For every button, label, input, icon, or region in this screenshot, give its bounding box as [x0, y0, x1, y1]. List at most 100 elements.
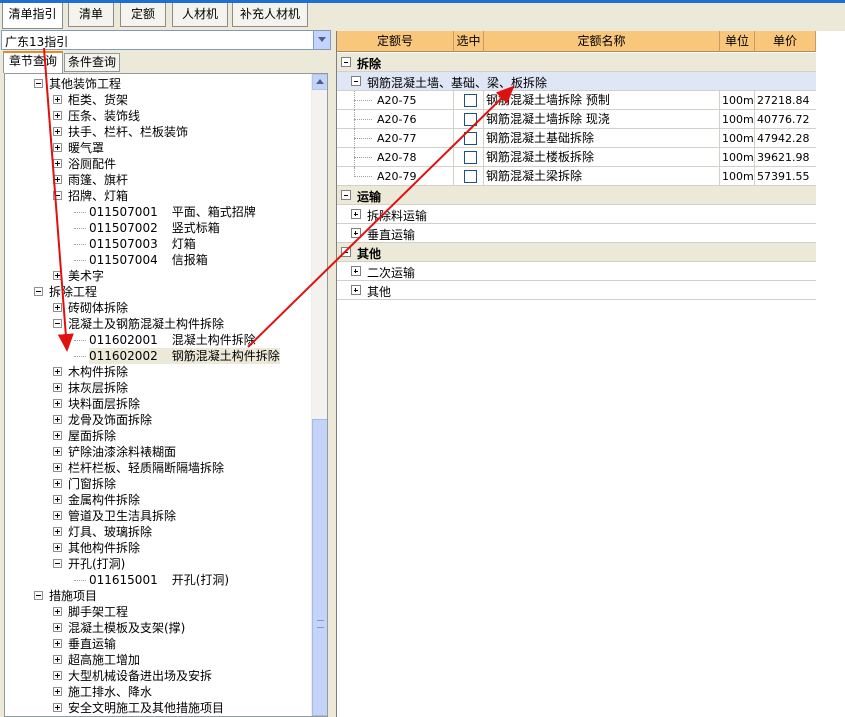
scroll-thumb[interactable]	[312, 419, 327, 716]
tab-materials[interactable]: 人材机	[172, 3, 228, 27]
tree-node-label[interactable]: 暖气罩	[68, 140, 104, 156]
collapse-icon[interactable]	[34, 591, 43, 600]
expand-icon[interactable]	[53, 527, 62, 536]
tree-node[interactable]: 011507003 灯箱	[5, 236, 313, 252]
tree-node-label[interactable]: 大型机械设备进出场及安拆	[68, 668, 212, 684]
expand-icon[interactable]	[53, 367, 62, 376]
expand-icon[interactable]	[53, 143, 62, 152]
row-checkbox[interactable]	[464, 170, 477, 183]
tree-node[interactable]: 金属构件拆除	[5, 492, 313, 508]
tree-node[interactable]: 柜类、货架	[5, 92, 313, 108]
tree-node-label[interactable]: 灯具、玻璃拆除	[68, 524, 152, 540]
tree-node-label[interactable]: 铲除油漆涂料裱糊面	[68, 444, 176, 460]
grid-group[interactable]: 运输	[337, 186, 816, 205]
collapse-icon[interactable]	[351, 76, 361, 86]
table-row[interactable]: A20-77 钢筋混凝土基础拆除100m347942.28	[337, 129, 816, 148]
tree-node-label[interactable]: 其他构件拆除	[68, 540, 140, 556]
header-name[interactable]: 定额名称	[484, 31, 720, 52]
expand-icon[interactable]	[351, 266, 361, 276]
tree-node[interactable]: 雨篷、旗杆	[5, 172, 313, 188]
expand-icon[interactable]	[53, 463, 62, 472]
collapse-icon[interactable]	[341, 247, 351, 257]
tree-node-label[interactable]: 金属构件拆除	[68, 492, 140, 508]
tree-node-label[interactable]: 浴厕配件	[68, 156, 116, 172]
grid-group[interactable]: 其他	[337, 243, 816, 262]
expand-icon[interactable]	[53, 271, 62, 280]
tree-node[interactable]: 011507004 信报箱	[5, 252, 313, 268]
collapse-icon[interactable]	[34, 287, 43, 296]
grid-subgroup[interactable]: 其他	[337, 281, 816, 300]
tab-condition-query[interactable]: 条件查询	[64, 53, 120, 72]
tree-node[interactable]: 其他构件拆除	[5, 540, 313, 556]
table-row[interactable]: A20-76 钢筋混凝土墙拆除 现浇100m340776.72	[337, 110, 816, 129]
tree-node-label[interactable]: 扶手、栏杆、栏板装饰	[68, 124, 188, 140]
tree-node[interactable]: 超高施工增加	[5, 652, 313, 668]
header-price[interactable]: 单价	[755, 31, 816, 52]
tree-node[interactable]: 大型机械设备进出场及安拆	[5, 668, 313, 684]
row-checkbox[interactable]	[464, 132, 477, 145]
tree-node[interactable]: 拆除工程	[5, 284, 313, 300]
tree-node[interactable]: 压条、装饰线	[5, 108, 313, 124]
tree-node-label[interactable]: 柜类、货架	[68, 92, 128, 108]
collapse-icon[interactable]	[341, 190, 351, 200]
tree-node[interactable]: 木构件拆除	[5, 364, 313, 380]
expand-icon[interactable]	[351, 285, 361, 295]
tree-node[interactable]: 011602002 钢筋混凝土构件拆除	[5, 348, 313, 364]
tab-list[interactable]: 清单	[68, 3, 114, 27]
header-select[interactable]: 选中	[454, 31, 484, 52]
tree-node[interactable]: 砖砌体拆除	[5, 300, 313, 316]
tree-node[interactable]: 脚手架工程	[5, 604, 313, 620]
tree-node[interactable]: 011615001 开孔(打洞)	[5, 572, 313, 588]
tree-node-label[interactable]: 招牌、灯箱	[68, 188, 128, 204]
tree-node[interactable]: 门窗拆除	[5, 476, 313, 492]
tree-node[interactable]: 抹灰层拆除	[5, 380, 313, 396]
expand-icon[interactable]	[53, 479, 62, 488]
tree-node[interactable]: 混凝土及钢筋混凝土构件拆除	[5, 316, 313, 332]
tree-node[interactable]: 施工排水、降水	[5, 684, 313, 700]
grid-subgroup[interactable]: 拆除料运输	[337, 205, 816, 224]
tree-node-label[interactable]: 施工排水、降水	[68, 684, 152, 700]
tree-node[interactable]: 招牌、灯箱	[5, 188, 313, 204]
collapse-icon[interactable]	[53, 191, 62, 200]
grid-group[interactable]: 拆除	[337, 53, 816, 72]
guide-select[interactable]: 广东13指引	[1, 30, 331, 50]
expand-icon[interactable]	[351, 228, 361, 238]
tree-node[interactable]: 栏杆栏板、轻质隔断隔墙拆除	[5, 460, 313, 476]
row-checkbox[interactable]	[464, 94, 477, 107]
tree-node-label[interactable]: 开孔(打洞)	[68, 556, 125, 572]
header-code[interactable]: 定额号	[337, 31, 454, 52]
tree-leaf-item[interactable]: 011615001 开孔(打洞)	[89, 572, 229, 588]
expand-icon[interactable]	[53, 159, 62, 168]
tree-node-label[interactable]: 超高施工增加	[68, 652, 140, 668]
expand-icon[interactable]	[53, 495, 62, 504]
tree-node[interactable]: 屋面拆除	[5, 428, 313, 444]
grid-subgroup[interactable]: 二次运输	[337, 262, 816, 281]
tab-supplement-materials[interactable]: 补充人材机	[232, 3, 308, 27]
tree-node-label[interactable]: 措施项目	[49, 588, 97, 604]
tree-node-label[interactable]: 门窗拆除	[68, 476, 116, 492]
tree-node-label[interactable]: 脚手架工程	[68, 604, 128, 620]
expand-icon[interactable]	[53, 447, 62, 456]
collapse-icon[interactable]	[53, 559, 62, 568]
table-row[interactable]: A20-78 钢筋混凝土楼板拆除100m339621.98	[337, 148, 816, 167]
tree-node[interactable]: 011602001 混凝土构件拆除	[5, 332, 313, 348]
expand-icon[interactable]	[53, 639, 62, 648]
expand-icon[interactable]	[53, 95, 62, 104]
tree-node[interactable]: 011507001 平面、箱式招牌	[5, 204, 313, 220]
tree-node[interactable]: 其他装饰工程	[5, 76, 313, 92]
row-checkbox[interactable]	[464, 113, 477, 126]
tree-node-label[interactable]: 拆除工程	[49, 284, 97, 300]
tree-node[interactable]: 龙骨及饰面拆除	[5, 412, 313, 428]
expand-icon[interactable]	[53, 303, 62, 312]
grid-subgroup[interactable]: 钢筋混凝土墙、基础、梁、板拆除	[337, 72, 816, 91]
expand-icon[interactable]	[53, 383, 62, 392]
tree-node[interactable]: 管道及卫生洁具拆除	[5, 508, 313, 524]
tree-node-label[interactable]: 栏杆栏板、轻质隔断隔墙拆除	[68, 460, 224, 476]
collapse-icon[interactable]	[53, 319, 62, 328]
collapse-icon[interactable]	[341, 57, 351, 67]
tree-node-label[interactable]: 屋面拆除	[68, 428, 116, 444]
row-checkbox[interactable]	[464, 151, 477, 164]
expand-icon[interactable]	[53, 415, 62, 424]
tree-leaf-item[interactable]: 011507002 竖式标箱	[89, 220, 220, 236]
tree-node-label[interactable]: 压条、装饰线	[68, 108, 140, 124]
